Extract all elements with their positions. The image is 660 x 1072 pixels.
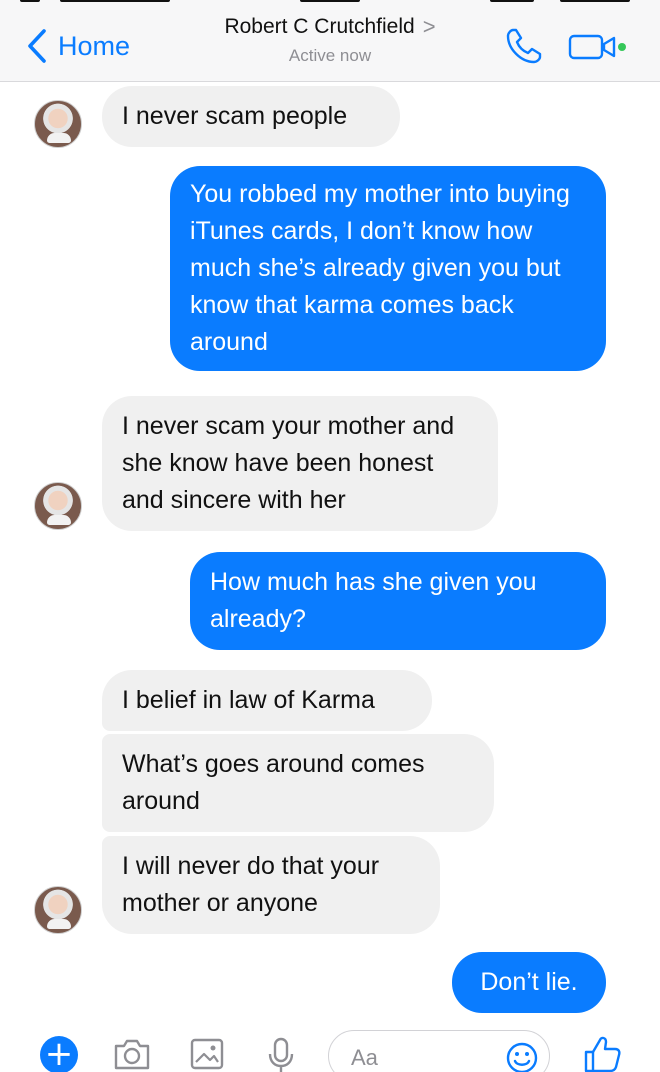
active-status: Active now [288, 46, 372, 65]
contact-avatar[interactable] [34, 482, 82, 530]
message-incoming[interactable]: What’s goes around comes around [102, 734, 494, 832]
emoji-icon[interactable] [505, 1041, 539, 1072]
contact-name: Robert C Crutchfield [224, 15, 415, 38]
message-incoming[interactable]: I never scam people [102, 86, 400, 147]
plus-icon[interactable]: + [40, 1036, 78, 1072]
contact-avatar[interactable] [34, 886, 82, 934]
contact-avatar[interactable] [34, 100, 82, 148]
message-incoming[interactable]: I will never do that your mother or anyo… [102, 836, 440, 934]
image-icon[interactable] [188, 1036, 226, 1072]
contact-title[interactable]: Robert C Crutchfield > Active now [190, 14, 470, 66]
video-camera-icon[interactable] [568, 30, 630, 62]
status-bar [20, 0, 640, 4]
camera-icon[interactable] [110, 1036, 154, 1072]
phone-icon[interactable] [504, 26, 544, 66]
message-outgoing[interactable]: How much has she given you already? [190, 552, 606, 650]
thumbs-up-icon[interactable] [582, 1034, 622, 1072]
chevron-right-icon: > [422, 14, 436, 39]
message-incoming[interactable]: I never scam your mother and she know ha… [102, 396, 498, 531]
message-incoming[interactable]: I belief in law of Karma [102, 670, 432, 731]
message-outgoing[interactable]: You robbed my mother into buying iTunes … [170, 166, 606, 371]
message-outgoing[interactable]: Don’t lie. [452, 952, 606, 1013]
message-input-placeholder: Aa [351, 1045, 378, 1070]
conversation-header: Home Robert C Crutchfield > Active now [0, 0, 660, 82]
message-list[interactable]: I never scam people You robbed my mother… [0, 82, 660, 1022]
chevron-left-icon [28, 29, 46, 63]
microphone-icon[interactable] [266, 1036, 296, 1072]
message-input[interactable]: Aa [328, 1030, 550, 1072]
back-button[interactable]: Home [26, 26, 130, 66]
back-label: Home [58, 30, 131, 61]
composer-bar: + Aa [0, 1022, 660, 1072]
